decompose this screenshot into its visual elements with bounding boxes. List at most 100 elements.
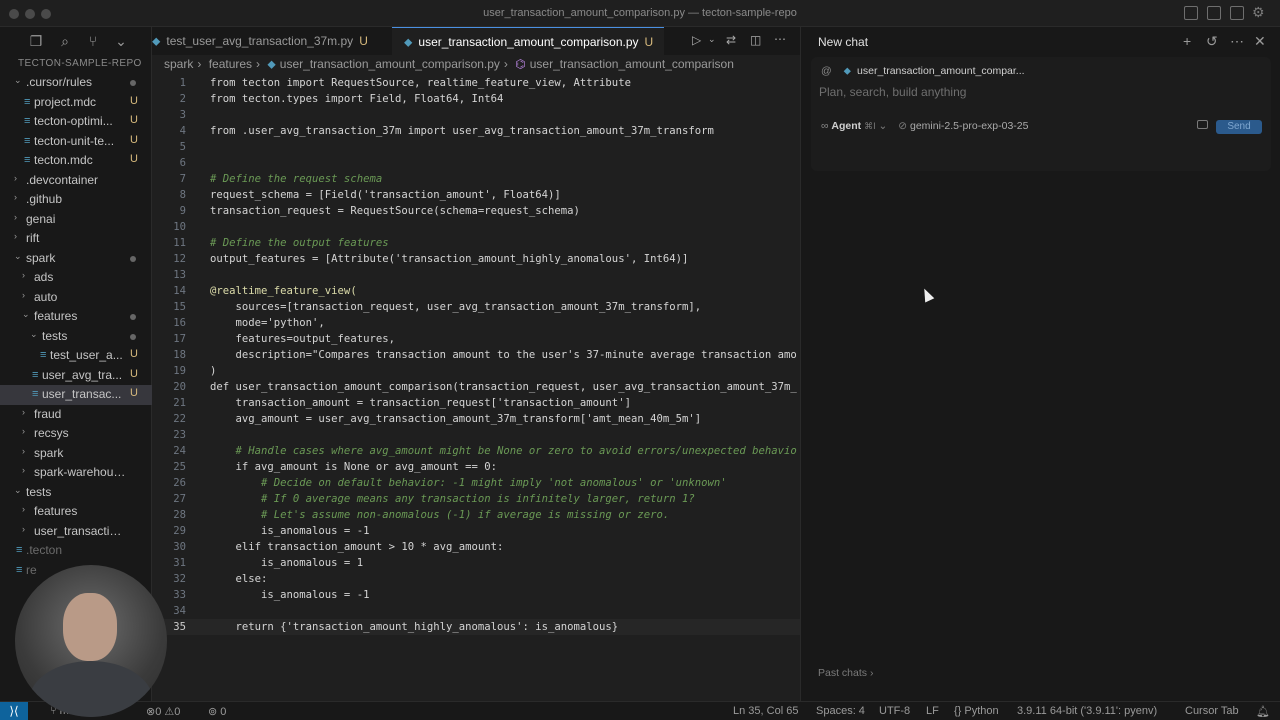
chevron-right-icon[interactable]: ›: [22, 504, 25, 514]
chevron-right-icon[interactable]: ›: [22, 407, 25, 417]
chevron-down-icon[interactable]: ⌄: [22, 309, 30, 320]
indentation-status[interactable]: Spaces: 4: [816, 705, 865, 717]
encoding-status[interactable]: UTF-8: [879, 705, 910, 717]
code-line[interactable]: 1 from tecton import RequestSource, realt…: [152, 75, 800, 91]
tree-item[interactable]: › genai: [0, 210, 152, 230]
agent-mode-selector[interactable]: Agent: [831, 120, 861, 132]
toggle-panel-icon[interactable]: [1207, 6, 1221, 20]
notifications-bell-icon[interactable]: 🔔︎: [1256, 705, 1270, 718]
tree-item[interactable]: ≡ tecton-optimi... U: [0, 112, 152, 132]
new-chat-plus-icon[interactable]: +: [1183, 33, 1191, 49]
image-attach-icon[interactable]: [1197, 120, 1208, 129]
model-selector[interactable]: gemini-2.5-pro-exp-03-25: [910, 120, 1028, 132]
tree-item[interactable]: ≡ project.mdc U: [0, 93, 152, 113]
compare-changes-icon[interactable]: ⇄: [726, 33, 736, 47]
code-line[interactable]: 4 from .user_avg_transaction_37m import u…: [152, 123, 800, 139]
code-line[interactable]: 9 transaction_request = RequestSource(sch…: [152, 203, 800, 219]
tree-item[interactable]: › .devcontainer: [0, 171, 152, 191]
tree-item[interactable]: ⌄ tests: [0, 483, 152, 503]
tree-item[interactable]: › spark: [0, 444, 152, 464]
chevron-down-icon[interactable]: ⌄: [113, 33, 129, 49]
python-interpreter[interactable]: 3.9.11 64-bit ('3.9.11': pyenv): [1017, 705, 1157, 717]
breadcrumb-item[interactable]: spark: [164, 57, 193, 71]
code-line[interactable]: 12 output_features = [Attribute('transact…: [152, 251, 800, 267]
code-line[interactable]: 16 mode='python',: [152, 315, 800, 331]
chevron-right-icon[interactable]: ›: [22, 465, 25, 475]
code-line[interactable]: 34: [152, 603, 800, 619]
code-line[interactable]: 26 # Decide on default behavior: -1 migh…: [152, 475, 800, 491]
more-options-icon[interactable]: ⋯: [1230, 33, 1244, 50]
chevron-down-icon[interactable]: ⌄: [30, 329, 38, 340]
history-icon[interactable]: ↺: [1206, 33, 1218, 50]
tree-item[interactable]: ⌄ features: [0, 307, 152, 327]
tree-item[interactable]: ≡ .tecton: [0, 541, 152, 561]
close-icon[interactable]: ✕: [1254, 33, 1266, 50]
chevron-right-icon[interactable]: ›: [14, 212, 17, 222]
code-line[interactable]: 3: [152, 107, 800, 123]
code-line[interactable]: 35 return {'transaction_amount_highly_an…: [152, 619, 800, 635]
tree-item[interactable]: › auto: [0, 288, 152, 308]
code-line[interactable]: 7 # Define the request schema: [152, 171, 800, 187]
code-line[interactable]: 33 is_anomalous = -1: [152, 587, 800, 603]
chevron-right-icon[interactable]: ›: [22, 426, 25, 436]
breadcrumb-item[interactable]: user_transaction_amount_comparison.py: [280, 57, 500, 71]
tree-item[interactable]: ⌄ tests: [0, 327, 152, 347]
run-icon[interactable]: ▷: [692, 33, 701, 47]
chevron-right-icon[interactable]: ›: [22, 446, 25, 456]
code-line[interactable]: 22 avg_amount = user_avg_transaction_amo…: [152, 411, 800, 427]
code-line[interactable]: 10: [152, 219, 800, 235]
eol-status[interactable]: LF: [926, 705, 939, 717]
code-line[interactable]: 19): [152, 363, 800, 379]
code-line[interactable]: 25 if avg_amount is None or avg_amount =…: [152, 459, 800, 475]
code-line[interactable]: 27 # If 0 average means any transaction …: [152, 491, 800, 507]
chevron-down-icon[interactable]: ⌄: [14, 251, 22, 262]
code-line[interactable]: 31 is_anomalous = 1: [152, 555, 800, 571]
toggle-secondary-sidebar-icon[interactable]: [1230, 6, 1244, 20]
tab-user-transaction-amount-comparison[interactable]: ⬥ user_transaction_amount_comparison.py U: [392, 27, 664, 55]
explorer-files-icon[interactable]: ❐: [28, 33, 44, 49]
code-line[interactable]: 11 # Define the output features: [152, 235, 800, 251]
tree-item[interactable]: › features: [0, 502, 152, 522]
code-line[interactable]: 13: [152, 267, 800, 283]
chevron-right-icon[interactable]: ›: [14, 231, 17, 241]
code-line[interactable]: 24 # Handle cases where avg_amount might…: [152, 443, 800, 459]
tree-item[interactable]: ≡ tecton.mdc U: [0, 151, 152, 171]
code-line[interactable]: 32 else:: [152, 571, 800, 587]
more-actions-icon[interactable]: ⋯: [774, 32, 786, 46]
at-mention-icon[interactable]: @: [821, 65, 832, 77]
chevron-right-icon[interactable]: ›: [14, 192, 17, 202]
remote-indicator-icon[interactable]: ⟩⟨: [0, 702, 28, 720]
code-line[interactable]: 20 def user_transaction_amount_comparison…: [152, 379, 800, 395]
tree-item[interactable]: ⌄ spark: [0, 249, 152, 269]
ports-status[interactable]: ⊚ 0: [208, 705, 226, 718]
breadcrumb-item[interactable]: user_transaction_amount_comparison: [530, 57, 734, 71]
send-button[interactable]: Send: [1216, 120, 1262, 134]
chat-input-placeholder[interactable]: Plan, search, build anything: [819, 85, 966, 99]
code-line[interactable]: 23: [152, 427, 800, 443]
chevron-down-icon[interactable]: ⌄: [14, 485, 22, 496]
tree-item[interactable]: › ads: [0, 268, 152, 288]
tree-item[interactable]: ≡ test_user_a... U: [0, 346, 152, 366]
cursor-tab-status[interactable]: Cursor Tab: [1185, 705, 1239, 717]
chevron-right-icon[interactable]: ›: [22, 290, 25, 300]
code-line[interactable]: 5: [152, 139, 800, 155]
language-mode[interactable]: {} Python: [954, 705, 999, 717]
code-line[interactable]: 21 transaction_amount = transaction_requ…: [152, 395, 800, 411]
search-icon[interactable]: ⌕: [57, 33, 73, 49]
split-editor-icon[interactable]: ◫: [750, 33, 761, 47]
tab-test-user-avg-transaction[interactable]: ⬥ test_user_avg_transaction_37m.py U: [152, 27, 390, 55]
past-chats-link[interactable]: Past chats ›: [818, 667, 873, 679]
tree-item[interactable]: › fraud: [0, 405, 152, 425]
code-line[interactable]: 28 # Let's assume non-anomalous (-1) if …: [152, 507, 800, 523]
tree-item[interactable]: ≡ user_avg_tra... U: [0, 366, 152, 386]
tree-item[interactable]: ≡ user_transac... U: [0, 385, 152, 405]
chevron-right-icon[interactable]: ›: [14, 173, 17, 183]
chat-input-box[interactable]: @ ⬥ user_transaction_amount_compar...: [811, 57, 1271, 171]
chevron-right-icon[interactable]: ›: [22, 524, 25, 534]
code-editor[interactable]: 1 from tecton import RequestSource, realt…: [152, 75, 800, 685]
source-control-icon[interactable]: ⑂: [85, 33, 101, 49]
breadcrumb-item[interactable]: features: [209, 57, 252, 71]
tree-item[interactable]: › recsys: [0, 424, 152, 444]
code-line[interactable]: 17 features=output_features,: [152, 331, 800, 347]
code-line[interactable]: 8 request_schema = [Field('transaction_am…: [152, 187, 800, 203]
